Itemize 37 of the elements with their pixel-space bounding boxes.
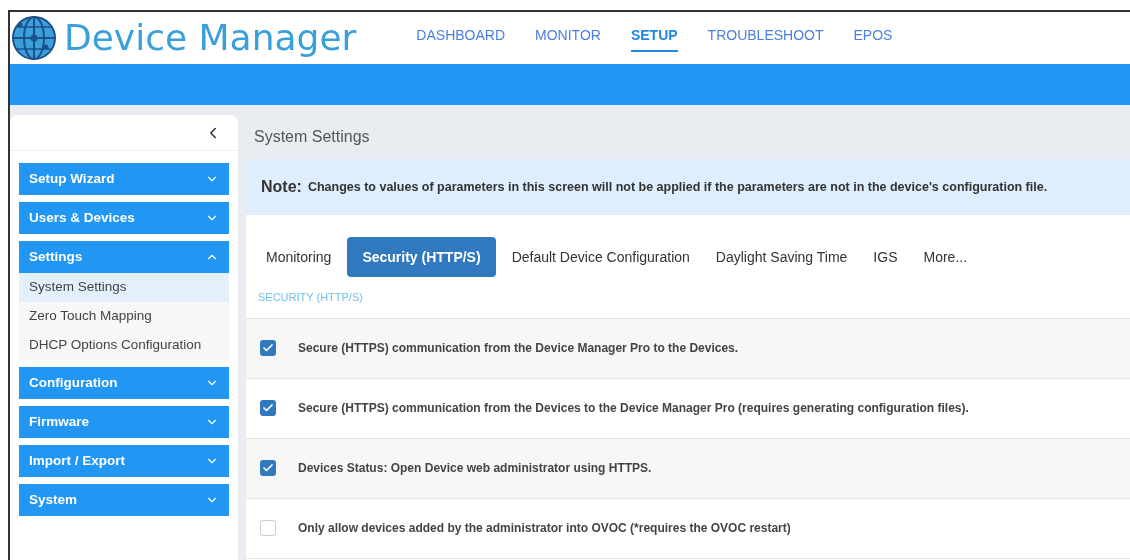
check-icon bbox=[262, 462, 274, 474]
note-text: Changes to values of parameters in this screen will not be applied if the parameters are not in the device's configuration file. bbox=[307, 178, 1048, 196]
sidebar-group[interactable]: Setup Wizard bbox=[19, 163, 229, 195]
tab[interactable]: IGS bbox=[863, 237, 908, 277]
sidebar-group[interactable]: Firmware bbox=[19, 406, 229, 438]
sidebar-group[interactable]: Settings bbox=[19, 241, 229, 273]
sidebar-item[interactable]: System Settings bbox=[19, 273, 229, 302]
tab[interactable]: More... bbox=[913, 237, 978, 277]
option-label: Secure (HTTPS) communication from the Device Manager Pro to the Devices. bbox=[298, 340, 739, 357]
sidebar-group[interactable]: Import / Export bbox=[19, 445, 229, 477]
check-icon bbox=[262, 342, 274, 354]
nav-link[interactable]: TROUBLESHOOT bbox=[707, 24, 824, 52]
sidebar-group[interactable]: Configuration bbox=[19, 367, 229, 399]
nav-link[interactable]: EPOS bbox=[853, 24, 893, 52]
page-title: System Settings bbox=[253, 127, 371, 147]
option-label: Only allow devices added by the administrator into OVOC (*requires the OVOC restart) bbox=[298, 520, 791, 537]
nav-link[interactable]: MONITOR bbox=[535, 24, 601, 52]
check-icon bbox=[262, 402, 274, 414]
option-label: Secure (HTTPS) communication from the Devices to the Device Manager Pro (requires generating configuration files). bbox=[298, 400, 969, 417]
sidebar-group[interactable]: System bbox=[19, 484, 229, 516]
sidebar-item[interactable]: DHCP Options Configuration bbox=[19, 331, 229, 360]
section-title: SECURITY (HTTP/S) bbox=[257, 290, 364, 305]
checkbox[interactable] bbox=[260, 400, 276, 416]
checkbox[interactable] bbox=[260, 520, 276, 536]
tab[interactable]: Daylight Saving Time bbox=[705, 237, 858, 277]
sidebar-group[interactable]: Users & Devices bbox=[19, 202, 229, 234]
option-label: Devices Status: Open Device web administrator using HTTPS. bbox=[298, 460, 652, 477]
tab[interactable]: Default Device Configuration bbox=[501, 237, 700, 277]
note-label: Note: bbox=[261, 177, 302, 197]
checkbox[interactable] bbox=[260, 460, 276, 476]
tab[interactable]: Monitoring bbox=[256, 237, 342, 277]
sidebar-item[interactable]: Zero Touch Mapping bbox=[19, 302, 229, 331]
tab[interactable]: Security (HTTP/S) bbox=[347, 237, 496, 277]
nav-link[interactable]: DASHBOARD bbox=[416, 24, 506, 52]
app-title: Device Manager bbox=[64, 20, 357, 56]
nav-link[interactable]: SETUP bbox=[630, 24, 678, 52]
checkbox[interactable] bbox=[260, 340, 276, 356]
